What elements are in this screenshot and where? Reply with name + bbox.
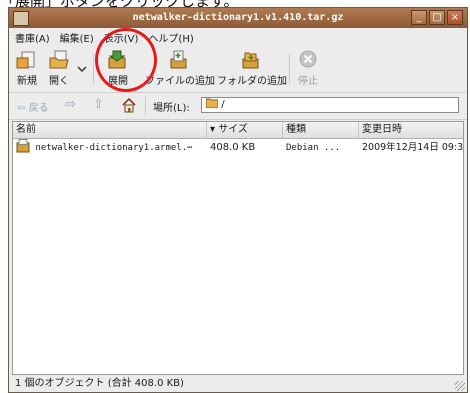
menu-edit[interactable]: 編集(E) — [60, 30, 94, 45]
column-modified[interactable]: 変更日時 — [359, 122, 463, 138]
toolbar-separator-2 — [289, 54, 290, 84]
row-name-cell: netwalker-dictionary1.armel.⋯ — [13, 139, 207, 157]
open-button[interactable]: 開く — [45, 50, 73, 88]
menu-bar: 書庫(A) 編集(E) 表示(V) ヘルプ(H) — [9, 28, 467, 46]
column-type-label: 種類 — [286, 124, 306, 135]
sort-arrow-icon: ▾ — [210, 124, 219, 135]
add-folder-button[interactable]: フォルダの追加 — [217, 50, 287, 88]
new-archive-icon — [16, 51, 35, 69]
column-modified-label: 変更日時 — [362, 124, 402, 135]
open-folder-icon — [49, 50, 69, 69]
back-label: 戻る — [28, 103, 49, 114]
status-text: 1 個のオブジェクト (合計 408.0 KB) — [15, 378, 184, 389]
location-separator — [145, 97, 146, 115]
close-button[interactable]: × — [447, 10, 463, 25]
window-title: netwalker-dictionary1.v1.410.tar.gz — [132, 12, 344, 23]
location-label: 場所(L): — [153, 103, 190, 114]
column-size[interactable]: ▾ サイズ — [207, 122, 283, 138]
forward-arrow-icon[interactable]: ⇨ — [65, 97, 76, 112]
location-bar: ⇦ 戻る ⇨ ⇧ 場所(L): / — [9, 93, 467, 120]
toolbar: 新規 開く 展開 ファイルの追加 フォルダの追加 停止 — [9, 46, 467, 93]
column-name-label: 名前 — [16, 124, 36, 135]
archive-manager-window: netwalker-dictionary1.v1.410.tar.gz _ □ … — [8, 7, 468, 393]
resize-grip[interactable] — [455, 381, 465, 391]
add-folder-label: フォルダの追加 — [217, 76, 287, 87]
open-label: 開く — [49, 76, 69, 87]
home-icon[interactable] — [121, 97, 137, 113]
stop-icon — [299, 50, 317, 68]
folder-icon — [205, 98, 219, 109]
new-button[interactable]: 新規 — [13, 50, 41, 88]
menu-archive[interactable]: 書庫(A) — [15, 30, 50, 45]
title-bar[interactable]: netwalker-dictionary1.v1.410.tar.gz _ □ … — [9, 8, 467, 28]
minimize-button[interactable]: _ — [411, 10, 427, 25]
row-modified: 2009年12月14日 09:31 — [362, 142, 463, 153]
menu-help[interactable]: ヘルプ(H) — [148, 30, 193, 45]
list-header: 名前 ▾ サイズ 種類 変更日時 — [13, 122, 463, 139]
column-size-label: サイズ — [218, 124, 248, 135]
back-button[interactable]: ⇦ 戻る — [17, 99, 49, 114]
stop-label: 停止 — [298, 76, 318, 87]
extract-highlight-circle — [95, 28, 157, 92]
maximize-button[interactable]: □ — [429, 10, 445, 25]
row-name: netwalker-dictionary1.armel.⋯ — [35, 143, 193, 153]
column-name[interactable]: 名前 — [13, 122, 207, 138]
location-input[interactable]: / — [201, 97, 459, 113]
table-row[interactable]: netwalker-dictionary1.armel.⋯ 408.0 KB D… — [13, 139, 463, 157]
column-type[interactable]: 種類 — [283, 122, 359, 138]
debian-package-icon — [16, 139, 30, 153]
file-list: 名前 ▾ サイズ 種類 変更日時 netwalker-dictionary1.a… — [12, 121, 464, 375]
add-folder-icon — [242, 52, 259, 69]
stop-button[interactable]: 停止 — [295, 50, 321, 88]
toolbar-separator — [93, 54, 94, 84]
location-value: / — [221, 99, 225, 110]
back-arrow-icon: ⇦ — [17, 103, 26, 114]
add-files-icon — [170, 50, 187, 69]
status-bar: 1 個のオブジェクト (合計 408.0 KB) — [9, 376, 467, 392]
open-dropdown-arrow-icon[interactable] — [77, 64, 87, 74]
up-arrow-icon[interactable]: ⇧ — [93, 97, 104, 112]
row-type: Debian ... — [286, 143, 341, 153]
row-size: 408.0 KB — [210, 142, 256, 153]
new-label: 新規 — [17, 76, 37, 87]
add-files-label: ファイルの追加 — [145, 76, 215, 87]
